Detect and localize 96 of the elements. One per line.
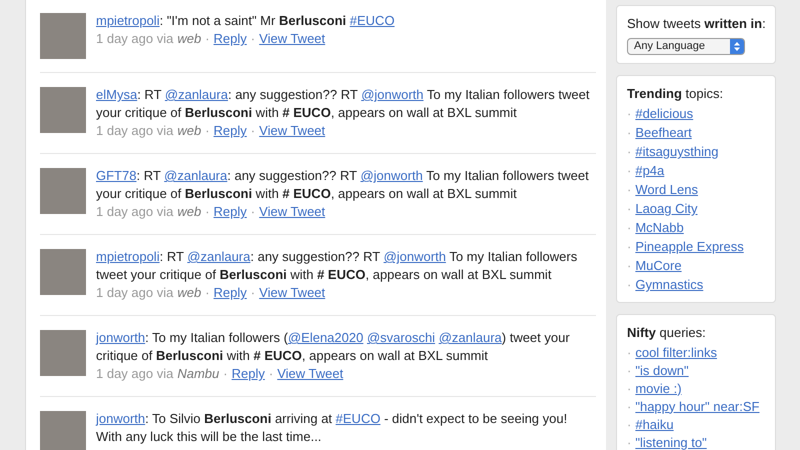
query-link[interactable]: cool filter:links [635,344,717,362]
action-link[interactable]: View Tweet [259,122,326,140]
action-link[interactable]: Reply [214,203,247,221]
separator-dot: · [205,203,210,221]
trending-topic-link[interactable]: Word Lens [635,180,698,199]
bullet-dot: · [627,162,632,180]
panel-title: Trending topics: [627,84,724,103]
bullet-dot: · [627,105,632,123]
tweet-source: web [177,122,202,140]
username-link[interactable]: jonworth [96,411,146,426]
mention-link[interactable]: @zanlaura [164,168,228,183]
separator-dot: · [250,203,256,221]
action-link[interactable]: View Tweet [259,203,326,221]
stepper-arrows-icon [730,38,744,54]
username-link[interactable]: jonworth [96,330,146,345]
trending-topic-link[interactable]: McNabb [635,218,684,237]
query-link[interactable]: movie :) [635,380,682,398]
tweet-text: mpietropoli: RT @zanlaura: any suggestion?? RT @jonworth To my Italian followers tweet your critique of Berlusconi with # EUCO, appears on wall at BXL summit [96,248,578,284]
timestamp: 1 day ago via [96,30,174,48]
trending-topic-link[interactable]: #delicious [635,104,694,123]
avatar-photo-placeholder [40,249,86,295]
mention-link[interactable]: @Elena2020 [288,330,364,345]
tweet-text: elMysa: RT @zanlaura: any suggestion?? RT @jonworth To my Italian followers tweet your critique of Berlusconi with # EUCO, appears on wall at BXL summit [96,86,590,122]
username-link[interactable]: GFT78 [96,168,136,183]
bullet-dot: · [627,434,632,450]
query-link[interactable]: "is down" [635,362,689,380]
mention-link[interactable]: @jonworth [384,249,446,264]
bullet-dot: · [627,143,632,161]
avatar-photo-placeholder [40,330,86,376]
separator-dot: · [205,122,210,140]
mention-link[interactable]: @zanlaura [187,249,250,264]
tweet-source: Nambu [177,365,220,383]
username-link[interactable]: mpietropoli [96,249,160,264]
action-link[interactable]: View Tweet [259,30,326,48]
trending-topic-link[interactable]: Gymnastics [635,275,704,294]
bullet-dot: · [627,124,632,142]
mention-link[interactable]: @jonworth [360,168,423,183]
separator-dot: · [250,30,256,48]
bullet-dot: · [627,380,632,398]
bullet-dot: · [627,257,632,275]
hashtag-link[interactable]: #EUCO [350,13,395,28]
language-select[interactable]: Any Language [627,38,745,54]
separator-dot: · [250,122,256,140]
bullet-dot: · [627,238,632,256]
bullet-dot: · [627,276,632,294]
trending-topic-link[interactable]: Laoag City [635,199,698,218]
avatar-photo-placeholder [40,13,86,59]
separator-dot: · [223,365,228,383]
action-link[interactable]: Reply [232,365,265,383]
language-label: Show tweets written in: [627,15,765,33]
mention-link[interactable]: @svaroschi [366,330,436,345]
separator-dot: · [205,30,210,48]
bullet-dot: · [627,398,632,416]
query-link[interactable]: #haiku [635,416,674,434]
panel-title: Nifty queries: [627,324,707,342]
timestamp: 1 day ago via [96,203,174,221]
bullet-dot: · [627,416,632,434]
avatar-photo-placeholder [40,87,86,133]
bullet-dot: · [627,181,632,199]
bullet-dot: · [627,362,632,380]
avatar-photo-placeholder [40,168,86,214]
bullet-dot: · [627,200,632,218]
username-link[interactable]: elMysa [96,87,138,102]
timestamp: 1 day ago via [96,122,174,140]
trending-topic-link[interactable]: Beefheart [635,123,692,142]
mention-link[interactable]: @jonworth [361,87,424,102]
action-link[interactable]: Reply [214,30,247,48]
tweet-text: jonworth: To Silvio Berlusconi arriving at #EUCO - didn't expect to be seeing you! With any luck this will be the last time... [96,410,568,446]
separator-dot: · [205,284,210,302]
bullet-dot: · [627,344,632,362]
query-link[interactable]: "listening to" [635,434,707,450]
action-link[interactable]: Reply [214,284,247,302]
mention-link[interactable]: @zanlaura [164,87,228,102]
trending-topic-link[interactable]: Pineapple Express [635,237,744,256]
tweet-text: mpietropoli: "I'm not a saint" Mr Berlusconi #EUCO [96,12,395,30]
timestamp: 1 day ago via [96,365,174,383]
tweet-text: GFT78: RT @zanlaura: any suggestion?? RT @jonworth To my Italian followers tweet your critique of Berlusconi with # EUCO, appears on wall at BXL summit [96,167,590,203]
tweet-source: web [177,203,202,221]
bullet-dot: · [627,219,632,237]
avatar-photo-placeholder [40,411,86,450]
tweet-text: jonworth: To my Italian followers (@Elena2020 @svaroschi @zanlaura) tweet your critique of Berlusconi with # EUCO, appears on wall at BXL summit [96,329,571,365]
trending-topic-link[interactable]: #itsaguysthing [635,142,718,161]
action-link[interactable]: View Tweet [259,284,326,302]
mention-link[interactable]: @zanlaura [438,330,502,345]
trending-topic-link[interactable]: #p4a [635,161,664,180]
query-link[interactable]: "happy hour" near:SF [635,398,760,416]
action-link[interactable]: Reply [214,122,247,140]
hashtag-link[interactable]: #EUCO [336,411,380,426]
timestamp: 1 day ago via [96,284,174,302]
username-link[interactable]: mpietropoli [96,13,160,28]
action-link[interactable]: View Tweet [277,365,344,383]
separator-dot: · [268,365,274,383]
separator-dot: · [250,284,256,302]
trending-topic-link[interactable]: MuCore [635,256,682,275]
tweet-source: web [177,30,202,48]
tweet-source: web [177,284,202,302]
